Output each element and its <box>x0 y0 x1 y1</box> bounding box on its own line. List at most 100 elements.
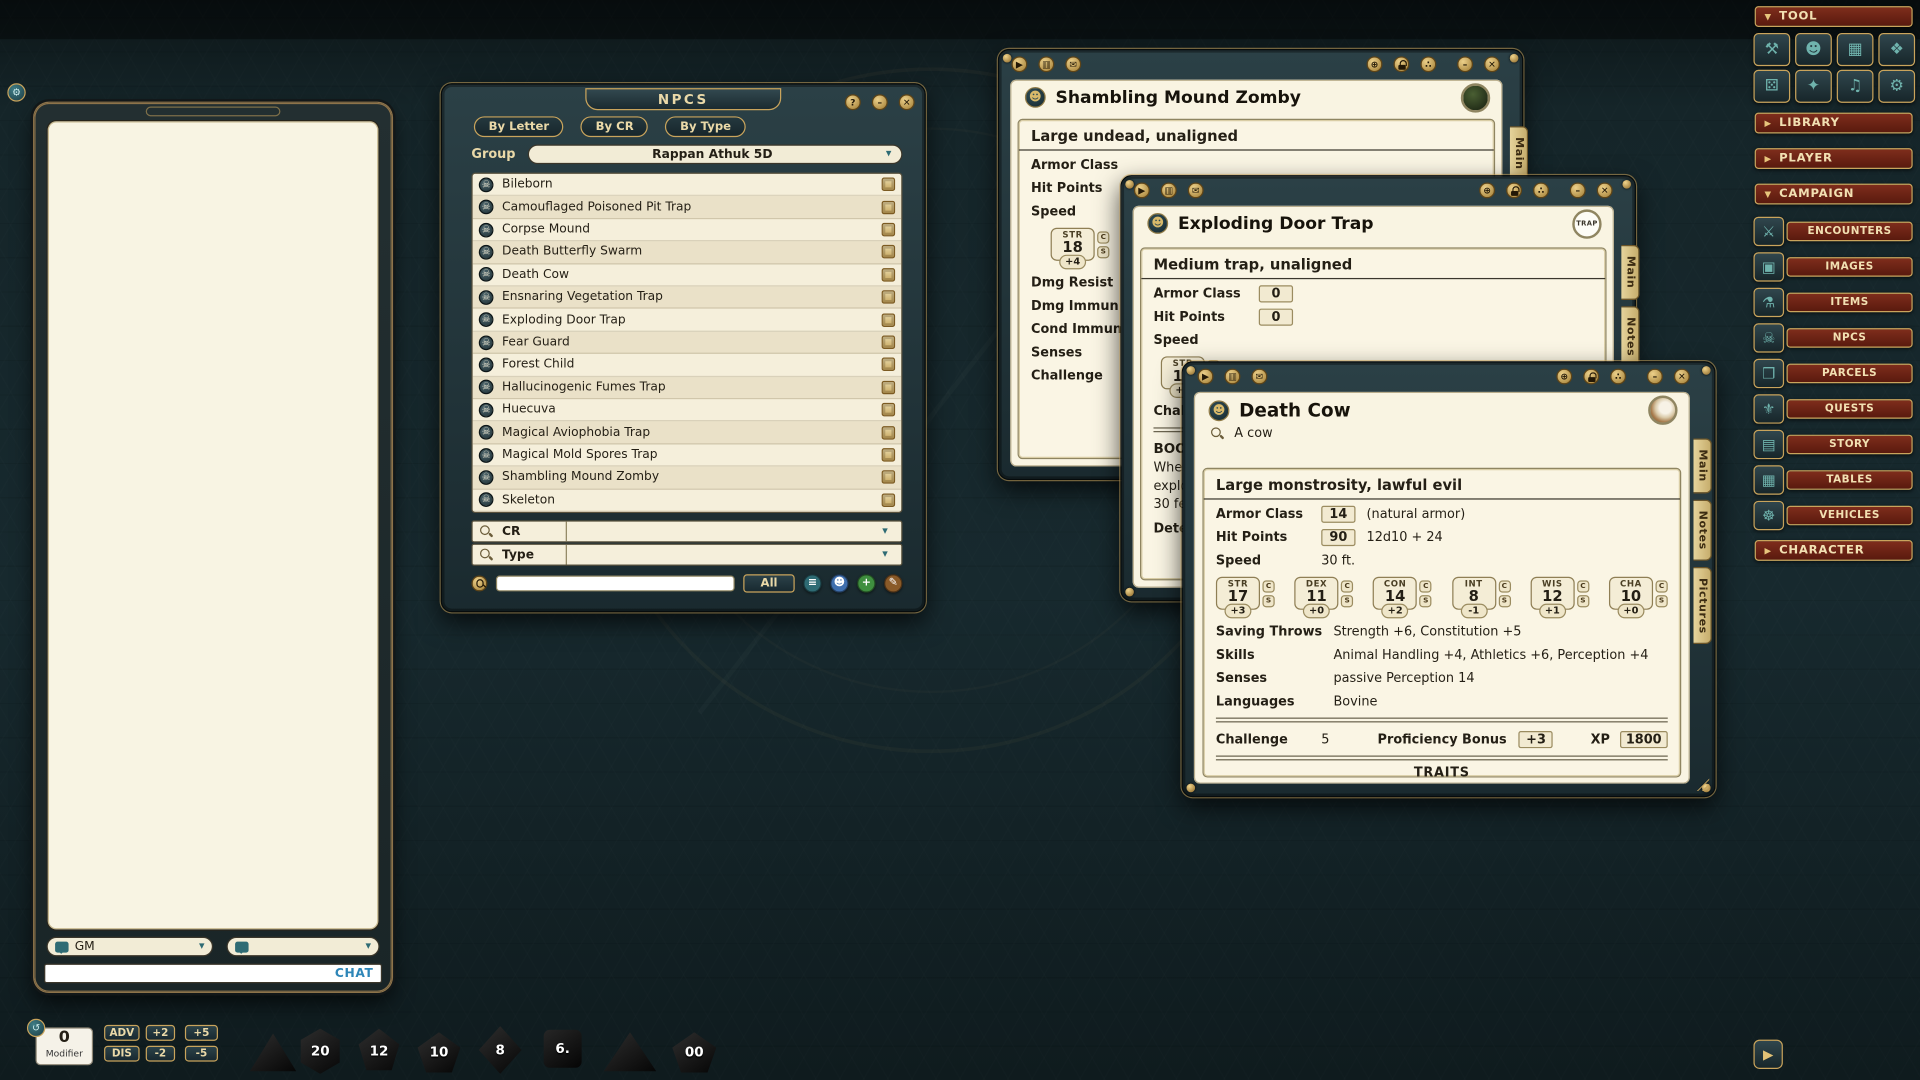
pointer-icon[interactable]: ▶ <box>1011 56 1027 72</box>
book-icon[interactable]: ▥ <box>1224 369 1240 385</box>
npc-list-item[interactable]: ☠Magical Mold Spores Trap <box>473 444 902 467</box>
ability-int[interactable]: INT8-1 CS <box>1452 577 1511 619</box>
sidebar-item-npcs[interactable]: NPCS <box>1787 328 1913 348</box>
sidebar-item-encounters[interactable]: ENCOUNTERS <box>1787 222 1913 242</box>
quests-icon[interactable]: ⚜ <box>1753 394 1784 423</box>
ability-check-button[interactable]: C <box>1655 580 1667 592</box>
npc-list-item[interactable]: ☠Magical Aviophobia Trap <box>473 422 902 445</box>
zoom-icon[interactable]: ⊕ <box>1556 369 1572 385</box>
resize-grip[interactable] <box>1693 775 1709 791</box>
saving-throws-value[interactable]: Strength +6, Constitution +5 <box>1333 624 1521 639</box>
sidebar-item-vehicles[interactable]: VEHICLES <box>1787 506 1913 526</box>
npc-subtitle[interactable]: A cow <box>1234 426 1272 441</box>
proficiency-value[interactable]: +3 <box>1519 730 1553 747</box>
ability-save-button[interactable]: S <box>1655 595 1667 607</box>
tool-icon-options[interactable]: ⚙ <box>1878 70 1915 103</box>
npc-portrait[interactable] <box>1461 83 1490 112</box>
skills-value[interactable]: Animal Handling +4, Athletics +6, Percep… <box>1333 647 1648 662</box>
chat-send-label[interactable]: CHAT <box>335 967 374 980</box>
npc-list-item[interactable]: ☠Camouflaged Poisoned Pit Trap <box>473 196 902 219</box>
record-link-icon[interactable] <box>882 381 895 394</box>
record-link-icon[interactable] <box>882 448 895 461</box>
tool-icon-calendar[interactable]: ▦ <box>1837 33 1874 66</box>
tab-by-type[interactable]: By Type <box>665 116 745 137</box>
minimize-icon[interactable]: – <box>872 94 888 110</box>
armor-class-value[interactable]: 14 <box>1321 505 1355 522</box>
pointer-icon[interactable]: ▶ <box>1198 369 1214 385</box>
armor-class-value[interactable]: 0 <box>1259 285 1293 302</box>
hit-points-value[interactable]: 90 <box>1321 528 1355 545</box>
pointer-icon[interactable]: ▶ <box>1134 182 1150 198</box>
ability-check-button[interactable]: C <box>1341 580 1353 592</box>
challenge-value[interactable]: 5 <box>1321 732 1377 747</box>
sidebar-item-story[interactable]: STORY <box>1787 435 1913 455</box>
items-icon[interactable]: ⚗ <box>1753 288 1784 317</box>
record-link-icon[interactable] <box>882 290 895 303</box>
tool-icon-party[interactable]: ☻ <box>1795 33 1832 66</box>
hit-points-value[interactable]: 0 <box>1259 308 1293 325</box>
cr-filter[interactable]: CR ▾ <box>471 520 902 542</box>
modifier-menu-icon[interactable]: ↺ <box>27 1019 45 1037</box>
minimize-icon[interactable]: – <box>1457 56 1473 72</box>
sidebar-item-parcels[interactable]: PARCELS <box>1787 364 1913 384</box>
type-filter-dropdown[interactable]: ▾ <box>566 545 894 565</box>
ability-str[interactable]: STR 18 +4 C S <box>1051 228 1110 270</box>
senses-value[interactable]: passive Perception 14 <box>1333 670 1474 685</box>
share-record-icon[interactable]: ☻ <box>830 574 848 592</box>
record-link-icon[interactable] <box>882 245 895 258</box>
tab-main[interactable]: Main <box>1510 126 1528 181</box>
chat-menu-token-icon[interactable]: ⚙ <box>7 83 25 101</box>
tab-notes[interactable]: Notes <box>1693 499 1711 560</box>
record-link-icon[interactable] <box>882 200 895 213</box>
images-icon[interactable]: ▣ <box>1753 252 1784 281</box>
ability-wis[interactable]: WIS12+1 CS <box>1530 577 1589 619</box>
zoom-icon[interactable]: ⊕ <box>1479 182 1495 198</box>
story-icon[interactable]: ▤ <box>1753 430 1784 459</box>
parcels-icon[interactable]: ❒ <box>1753 359 1784 388</box>
speed-value[interactable]: 30 ft. <box>1321 553 1355 568</box>
ability-check-button[interactable]: C <box>1262 580 1274 592</box>
tool-icon-sound[interactable]: ♫ <box>1837 70 1874 103</box>
npc-list-item[interactable]: ☠Corpse Mound <box>473 219 902 242</box>
record-link-icon[interactable] <box>882 223 895 236</box>
ability-con[interactable]: CON14+2 CS <box>1373 577 1432 619</box>
languages-value[interactable]: Bovine <box>1333 694 1377 709</box>
npc-list-item[interactable]: ☠Hallucinogenic Fumes Trap <box>473 377 902 400</box>
npc-title[interactable]: Exploding Door Trap <box>1178 214 1374 234</box>
ability-dex[interactable]: DEX11+0 CS <box>1295 577 1354 619</box>
die-d100[interactable]: 00 <box>672 1032 716 1072</box>
die-d4[interactable] <box>250 1033 297 1071</box>
ability-str[interactable]: STR17+3 CS <box>1216 577 1275 619</box>
chat-speaker-dropdown[interactable]: GM ▾ <box>47 937 214 957</box>
chat-log[interactable] <box>47 120 380 931</box>
die-d12[interactable]: 12 <box>356 1029 401 1074</box>
tab-by-letter[interactable]: By Letter <box>474 116 564 137</box>
tool-icon-tools[interactable]: ⚒ <box>1753 33 1790 66</box>
advantage-button[interactable]: ADV <box>104 1025 140 1041</box>
ability-check-button[interactable]: C <box>1097 231 1109 243</box>
record-link-icon[interactable] <box>882 358 895 371</box>
die-d4-flat[interactable] <box>604 1032 657 1071</box>
tab-notes[interactable]: Notes <box>1621 306 1639 367</box>
ability-save-button[interactable]: S <box>1262 595 1274 607</box>
chat-link-icon[interactable]: ✉ <box>1188 182 1204 198</box>
tool-icon-dice-tower[interactable]: ⚄ <box>1753 70 1790 103</box>
close-icon[interactable]: ✕ <box>1597 182 1613 198</box>
lock-icon[interactable] <box>1583 369 1599 385</box>
lock-icon[interactable] <box>1506 182 1522 198</box>
ability-save-button[interactable]: S <box>1420 595 1432 607</box>
type-filter[interactable]: Type ▾ <box>471 544 902 566</box>
npcs-icon[interactable]: ☠ <box>1753 323 1784 352</box>
trap-badge[interactable]: TRAP <box>1572 209 1601 238</box>
zoom-icon[interactable]: ⊕ <box>1367 56 1383 72</box>
tool-icon-effects[interactable]: ✦ <box>1795 70 1832 103</box>
die-d6[interactable]: 6. <box>544 1030 582 1068</box>
die-d8[interactable]: 8 <box>479 1026 522 1074</box>
cr-filter-dropdown[interactable]: ▾ <box>566 522 894 542</box>
tables-icon[interactable]: ▦ <box>1753 465 1784 494</box>
minimize-icon[interactable]: – <box>1647 369 1663 385</box>
record-link-icon[interactable] <box>882 403 895 416</box>
minus2-button[interactable]: -2 <box>146 1046 175 1062</box>
tab-main[interactable]: Main <box>1621 245 1639 300</box>
search-icon[interactable] <box>1211 427 1224 440</box>
